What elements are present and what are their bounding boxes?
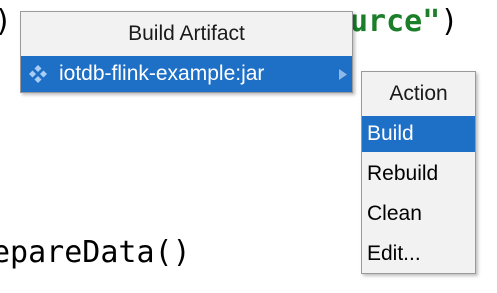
artifact-label: iotdb-flink-example:jar (59, 62, 265, 85)
popup-title: Build Artifact (128, 22, 245, 45)
string-literal: urce" (350, 4, 441, 39)
build-artifact-popup: Build Artifact iotdb-flink-example:jar (20, 11, 353, 93)
menu-item-edit[interactable]: Edit... (362, 236, 475, 272)
menu-item-clean[interactable]: Clean (362, 196, 475, 232)
submenu-title: Action (389, 82, 448, 105)
code-fragment-bottom: epareData() (0, 235, 191, 270)
artifact-diamond-icon (29, 65, 47, 83)
artifact-item-iotdb-flink-example-jar[interactable]: iotdb-flink-example:jar (21, 56, 352, 92)
menu-item-rebuild[interactable]: Rebuild (362, 156, 475, 192)
code-fragment-top-right: urce") (350, 4, 458, 39)
closing-paren: ) (440, 4, 459, 39)
menu-item-build[interactable]: Build (362, 116, 475, 152)
code-fragment-top-left: ) (0, 4, 12, 39)
action-submenu: Action Build Rebuild Clean Edit... (361, 71, 476, 274)
chevron-right-icon (339, 69, 347, 80)
